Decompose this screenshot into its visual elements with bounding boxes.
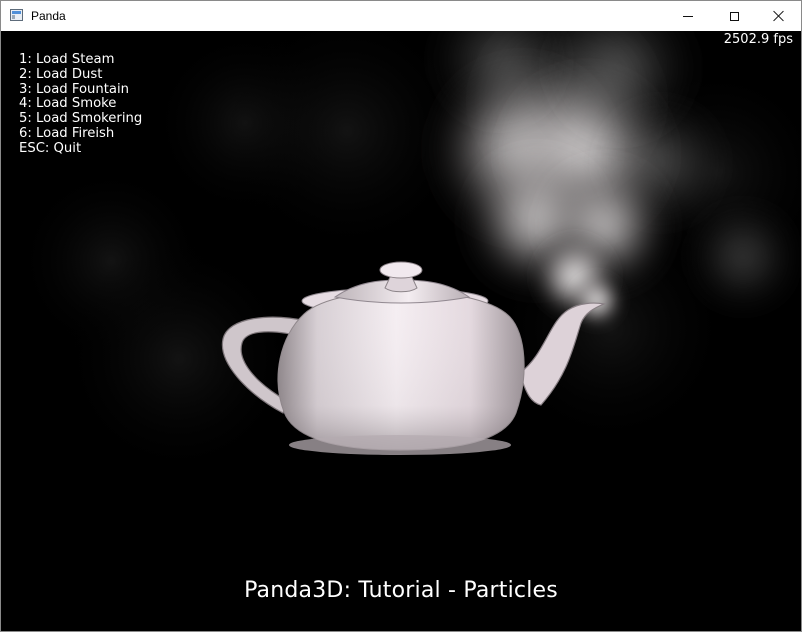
window-titlebar[interactable]: Panda bbox=[1, 1, 801, 31]
application-window: Panda 2502.9 fps 1: Load Steam 2: Load D… bbox=[0, 0, 802, 632]
panda-window-icon[interactable] bbox=[10, 9, 23, 21]
panda3d-render-viewport[interactable]: 2502.9 fps 1: Load Steam 2: Load Dust 3:… bbox=[1, 31, 801, 631]
instruction-load-smoke: 4: Load Smoke bbox=[19, 96, 117, 112]
maximize-button[interactable] bbox=[711, 1, 757, 31]
fps-counter: 2502.9 fps bbox=[723, 32, 793, 47]
close-icon bbox=[773, 10, 785, 22]
instruction-load-dust: 2: Load Dust bbox=[19, 66, 103, 82]
instruction-quit: ESC: Quit bbox=[19, 140, 82, 156]
maximize-icon bbox=[729, 11, 739, 21]
keyboard-instructions: 1: Load Steam 2: Load Dust 3: Load Fount… bbox=[19, 52, 143, 157]
instruction-load-steam: 1: Load Steam bbox=[19, 52, 115, 67]
close-button[interactable] bbox=[756, 1, 802, 31]
instruction-load-fountain: 3: Load Fountain bbox=[19, 81, 130, 97]
instruction-load-smokering: 5: Load Smokering bbox=[19, 111, 143, 127]
minimize-icon bbox=[683, 15, 693, 17]
window-title: Panda bbox=[31, 9, 66, 23]
instruction-load-fireish: 6: Load Fireish bbox=[19, 125, 115, 141]
minimize-button[interactable] bbox=[665, 1, 711, 31]
tutorial-title: Panda3D: Tutorial - Particles bbox=[244, 578, 558, 603]
